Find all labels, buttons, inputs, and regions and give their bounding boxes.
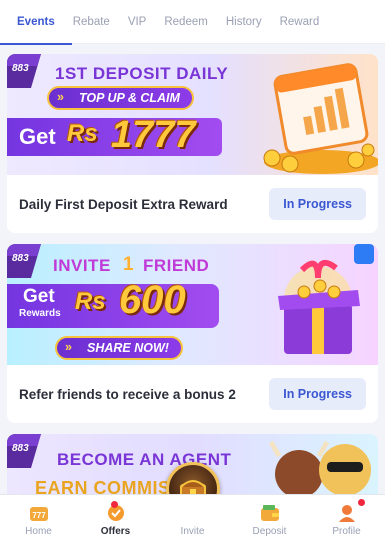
nav-deposit-label: Deposit xyxy=(252,526,287,537)
tab-bar: Events Rebate VIP Redeem History Reward xyxy=(0,0,385,45)
bottom-nav: 777 Home Offers Invite Deposit Profile xyxy=(0,494,385,543)
nav-profile[interactable]: Profile xyxy=(308,495,385,543)
invite-headline-num: 1 xyxy=(123,254,135,275)
share-now-label: SHARE NOW! xyxy=(87,341,169,355)
brand-badge-text: 883 xyxy=(12,63,29,74)
brand-badge-text: 883 xyxy=(12,253,29,264)
profile-notification-dot xyxy=(358,499,365,506)
wallet-icon xyxy=(260,505,279,521)
profile-icon xyxy=(338,505,355,522)
invite-card-row: Refer friends to receive a bonus 2 In Pr… xyxy=(7,365,378,423)
tab-events[interactable]: Events xyxy=(0,0,72,45)
invite-headline-pre: INVITE xyxy=(53,256,111,275)
tab-vip[interactable]: VIP xyxy=(119,0,156,44)
topup-claim-pill: » TOP UP & CLAIM xyxy=(47,86,194,110)
topup-claim-label: TOP UP & CLAIM xyxy=(79,91,180,105)
double-chevron-icon: » xyxy=(57,90,64,104)
gift-box-icon xyxy=(278,259,360,354)
promotions-list: 883 1ST DEPOSIT DAILY » TOP UP & CLAIM G… xyxy=(0,44,385,494)
promo-card-invite[interactable]: 883 INVITE 1 FRIEND Get Rewards Rs 600 »… xyxy=(7,244,378,423)
deposit-card-title: Daily First Deposit Extra Reward xyxy=(19,196,228,212)
deposit-banner[interactable]: 883 1ST DEPOSIT DAILY » TOP UP & CLAIM G… xyxy=(7,54,378,175)
invite-banner[interactable]: 883 INVITE 1 FRIEND Get Rewards Rs 600 »… xyxy=(7,244,378,365)
reward-amount: 1777 xyxy=(111,114,196,156)
nav-home[interactable]: 777 Home xyxy=(0,495,77,543)
nav-offers-label: Offers xyxy=(100,526,131,537)
share-corner-icon[interactable] xyxy=(354,244,374,264)
tab-history[interactable]: History xyxy=(217,0,271,44)
currency-label: Rs xyxy=(75,288,106,315)
promo-card-deposit[interactable]: 883 1ST DEPOSIT DAILY » TOP UP & CLAIM G… xyxy=(7,54,378,233)
invite-headline-post: FRIEND xyxy=(143,256,210,275)
deposit-card-row: Daily First Deposit Extra Reward In Prog… xyxy=(7,175,378,233)
bull-mascots-icon xyxy=(269,440,371,494)
nav-invite[interactable]: Invite xyxy=(154,495,231,543)
tab-reward[interactable]: Reward xyxy=(271,0,329,44)
double-chevron-icon: » xyxy=(65,340,72,354)
nav-profile-label: Profile xyxy=(332,526,361,537)
invite-card-title: Refer friends to receive a bonus 2 xyxy=(19,386,236,402)
tab-redeem[interactable]: Redeem xyxy=(155,0,216,44)
deposit-status-button[interactable]: In Progress xyxy=(269,188,366,220)
tab-rebate[interactable]: Rebate xyxy=(64,0,119,44)
nav-invite-label: Invite xyxy=(180,526,205,537)
brand-badge-text: 883 xyxy=(12,443,29,454)
reward-amount: 600 xyxy=(119,278,186,322)
nav-home-label: Home xyxy=(25,526,52,537)
nav-offers[interactable]: Offers xyxy=(77,495,154,543)
banner-headline: 1ST DEPOSIT DAILY xyxy=(55,64,229,83)
home-icon: 777 xyxy=(29,507,48,521)
invite-status-button[interactable]: In Progress xyxy=(269,378,366,410)
nav-deposit[interactable]: Deposit xyxy=(231,495,308,543)
get-label: Get xyxy=(19,124,56,149)
share-now-pill[interactable]: » SHARE NOW! xyxy=(55,336,183,360)
get-label: Get xyxy=(23,286,55,307)
svg-text:777: 777 xyxy=(32,511,46,520)
calendar-coins-icon xyxy=(263,63,378,174)
rewards-label: Rewards xyxy=(19,308,61,319)
currency-label: Rs xyxy=(67,120,98,147)
offers-notification-dot xyxy=(111,501,118,508)
